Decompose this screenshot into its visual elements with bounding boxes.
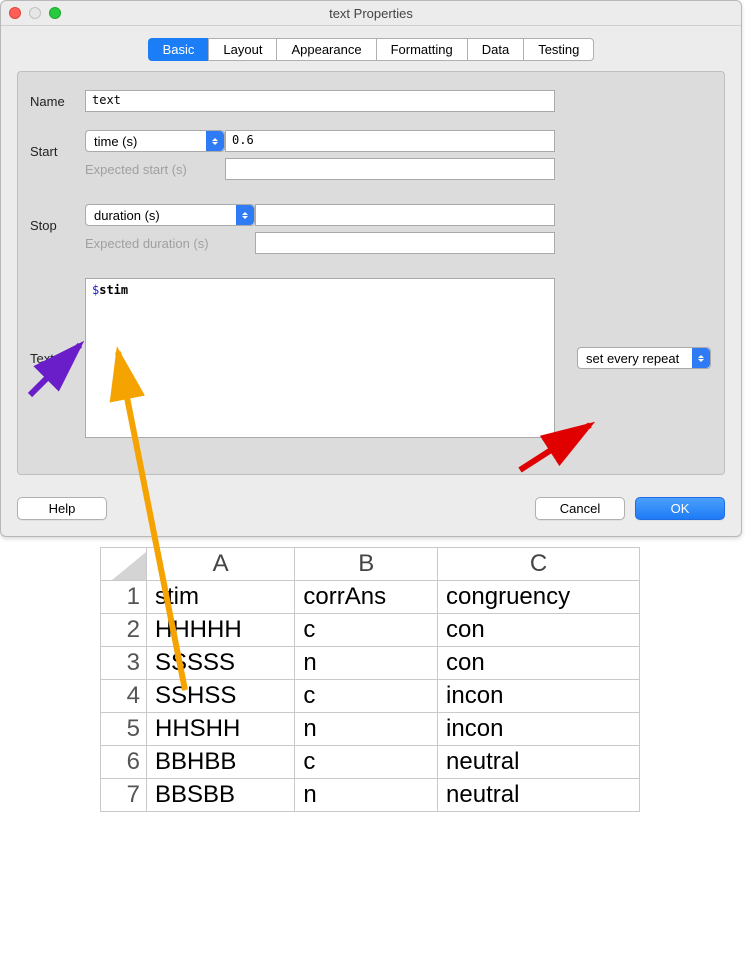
update-mode-select[interactable]: set every repeat: [577, 347, 711, 369]
maximize-icon[interactable]: [49, 7, 61, 19]
spreadsheet: A B C 1 stim corrAns congruency 2 HHHHH …: [100, 547, 640, 812]
chevron-updown-icon: [236, 205, 254, 225]
basic-panel: Name text Start time (s) 0.6 Expected st…: [17, 71, 725, 475]
tab-layout[interactable]: Layout: [208, 38, 276, 61]
help-button[interactable]: Help: [17, 497, 107, 520]
tab-data[interactable]: Data: [467, 38, 523, 61]
start-label: Start: [30, 130, 85, 159]
start-value-input[interactable]: 0.6: [225, 130, 555, 152]
row-header[interactable]: 1: [101, 581, 147, 614]
col-header-c[interactable]: C: [438, 548, 640, 581]
row-header[interactable]: 5: [101, 713, 147, 746]
stop-row: Stop duration (s) Expected duration (s): [30, 204, 712, 260]
cell[interactable]: stim: [147, 581, 295, 614]
cell[interactable]: SSSSS: [147, 647, 295, 680]
tab-testing[interactable]: Testing: [523, 38, 594, 61]
tab-bar: Basic Layout Appearance Formatting Data …: [1, 38, 741, 61]
text-row: Text $stim set every repeat: [30, 278, 712, 438]
cell[interactable]: BBHBB: [147, 746, 295, 779]
tab-basic[interactable]: Basic: [148, 38, 209, 61]
name-row: Name text: [30, 90, 712, 112]
cell[interactable]: n: [295, 647, 438, 680]
start-row: Start time (s) 0.6 Expected start (s): [30, 130, 712, 186]
col-header-a[interactable]: A: [147, 548, 295, 581]
cell[interactable]: con: [438, 647, 640, 680]
cell[interactable]: neutral: [438, 746, 640, 779]
row-header[interactable]: 3: [101, 647, 147, 680]
expected-duration-input[interactable]: [255, 232, 555, 254]
start-mode-value: time (s): [94, 134, 137, 149]
stop-label: Stop: [30, 204, 85, 233]
stop-mode-select[interactable]: duration (s): [85, 204, 255, 226]
cell[interactable]: con: [438, 614, 640, 647]
cell[interactable]: n: [295, 713, 438, 746]
cell[interactable]: c: [295, 614, 438, 647]
table-row: 2 HHHHH c con: [101, 614, 640, 647]
col-header-b[interactable]: B: [295, 548, 438, 581]
name-input[interactable]: text: [85, 90, 555, 112]
row-header[interactable]: 6: [101, 746, 147, 779]
update-mode-value: set every repeat: [586, 351, 679, 366]
table-row: 5 HHSHH n incon: [101, 713, 640, 746]
cell[interactable]: neutral: [438, 779, 640, 812]
start-mode-select[interactable]: time (s): [85, 130, 225, 152]
cell[interactable]: n: [295, 779, 438, 812]
text-label: Text: [30, 351, 85, 366]
table-row: 4 SSHSS c incon: [101, 680, 640, 713]
row-header[interactable]: 2: [101, 614, 147, 647]
cancel-button[interactable]: Cancel: [535, 497, 625, 520]
expected-start-input[interactable]: [225, 158, 555, 180]
table-row: 1 stim corrAns congruency: [101, 581, 640, 614]
ok-button[interactable]: OK: [635, 497, 725, 520]
cell[interactable]: corrAns: [295, 581, 438, 614]
corner-cell[interactable]: [101, 548, 147, 581]
sheet-table[interactable]: A B C 1 stim corrAns congruency 2 HHHHH …: [100, 547, 640, 812]
cell[interactable]: incon: [438, 680, 640, 713]
col-header-row: A B C: [101, 548, 640, 581]
table-row: 3 SSSSS n con: [101, 647, 640, 680]
titlebar: text Properties: [1, 1, 741, 26]
chevron-updown-icon: [206, 131, 224, 151]
stop-value-input[interactable]: [255, 204, 555, 226]
table-row: 7 BBSBB n neutral: [101, 779, 640, 812]
cell[interactable]: SSHSS: [147, 680, 295, 713]
row-header[interactable]: 4: [101, 680, 147, 713]
text-input[interactable]: $stim: [85, 278, 555, 438]
cell[interactable]: c: [295, 680, 438, 713]
cell[interactable]: HHHHH: [147, 614, 295, 647]
expected-duration-label: Expected duration (s): [85, 236, 249, 251]
tab-formatting[interactable]: Formatting: [376, 38, 467, 61]
cell[interactable]: BBSBB: [147, 779, 295, 812]
cell[interactable]: HHSHH: [147, 713, 295, 746]
window-title: text Properties: [9, 6, 733, 21]
expected-start-label: Expected start (s): [85, 162, 219, 177]
row-header[interactable]: 7: [101, 779, 147, 812]
chevron-updown-icon: [692, 348, 710, 368]
cell[interactable]: congruency: [438, 581, 640, 614]
stop-mode-value: duration (s): [94, 208, 160, 223]
close-icon[interactable]: [9, 7, 21, 19]
properties-dialog: text Properties Basic Layout Appearance …: [0, 0, 742, 537]
window-controls: [9, 7, 61, 19]
name-label: Name: [30, 90, 85, 109]
table-row: 6 BBHBB c neutral: [101, 746, 640, 779]
button-bar: Help Cancel OK: [1, 491, 741, 536]
cell[interactable]: incon: [438, 713, 640, 746]
minimize-icon: [29, 7, 41, 19]
tab-appearance[interactable]: Appearance: [276, 38, 375, 61]
cell[interactable]: c: [295, 746, 438, 779]
